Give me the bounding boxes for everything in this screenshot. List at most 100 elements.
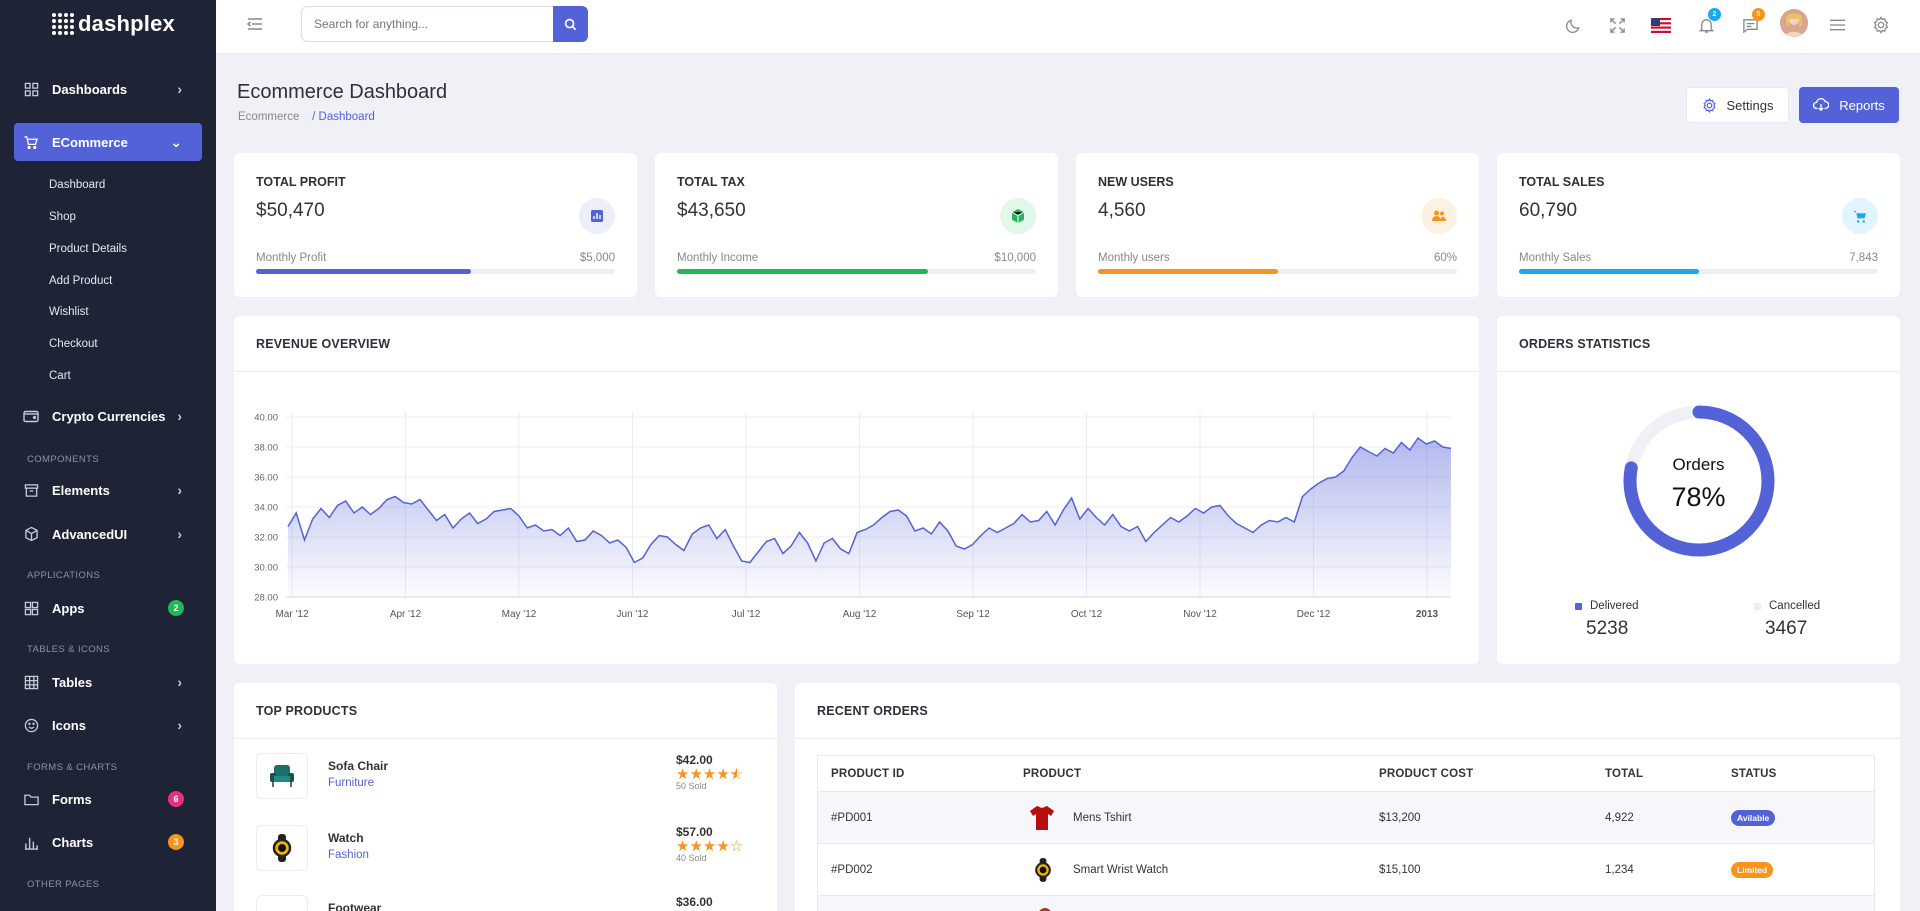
progress-bar: [677, 269, 1036, 274]
table-row[interactable]: #PD002 Smart Wrist Watch $15,100 1,234 L…: [818, 844, 1874, 896]
card-title: RECENT ORDERS: [817, 704, 928, 718]
sold-count: 50 Sold: [676, 781, 707, 791]
y-tick-label: 32.00: [254, 533, 278, 544]
y-tick-label: 28.00: [254, 593, 278, 604]
grid-icon: [22, 80, 40, 98]
hamburger-menu-icon[interactable]: [1826, 14, 1848, 36]
sidebar-item-advancedui[interactable]: AdvancedUI ›: [14, 515, 202, 553]
settings-gear-icon[interactable]: [1870, 14, 1892, 36]
list-item[interactable]: Sofa Chair Furniture $42.00 ★★★★☆★ 50 So…: [256, 751, 753, 807]
sidebar-item-tables[interactable]: Tables ›: [14, 663, 202, 701]
donut-center-label: Orders: [1672, 455, 1725, 474]
y-tick-label: 36.00: [254, 473, 278, 484]
status-badge: Avilable: [1731, 810, 1776, 826]
x-tick-label: Jun '12: [617, 609, 649, 620]
column-header[interactable]: PRODUCT COST: [1379, 768, 1473, 780]
top-header: 2 5: [216, 0, 1920, 54]
column-header[interactable]: PRODUCT: [1023, 768, 1081, 780]
sidebar-item-elements[interactable]: Elements ›: [14, 471, 202, 509]
x-tick-label: May '12: [502, 609, 537, 620]
gear-icon: [1702, 97, 1716, 113]
progress-bar-fill: [256, 269, 472, 274]
product-category[interactable]: Fashion: [328, 849, 369, 861]
progress-bar: [1098, 269, 1457, 274]
sidebar-item-icons[interactable]: Icons ›: [14, 706, 202, 744]
stat-footer-label: Monthly Sales: [1519, 252, 1592, 264]
submenu-shop[interactable]: Shop: [49, 211, 76, 223]
brand-logo[interactable]: dashplex: [0, 0, 216, 48]
sidebar-item-crypto[interactable]: Crypto Currencies ›: [14, 397, 202, 435]
avatar[interactable]: [1780, 9, 1808, 37]
search-icon: [564, 18, 577, 30]
legend-delivered: Delivered: [1575, 600, 1639, 612]
wallet-icon: [22, 407, 40, 425]
card-title: TOP PRODUCTS: [256, 704, 358, 718]
sofa-chair-image: [256, 753, 308, 799]
product-category[interactable]: Furniture: [328, 777, 374, 789]
column-header[interactable]: PRODUCT ID: [831, 768, 905, 780]
chevron-right-icon: ›: [177, 482, 182, 498]
sidebar-item-dashboards[interactable]: Dashboards ›: [14, 70, 202, 108]
column-header[interactable]: STATUS: [1731, 768, 1777, 780]
sidebar-item-charts[interactable]: Charts 3: [14, 823, 202, 861]
section-tables-icons: TABLES & ICONS: [27, 644, 111, 655]
settings-button-label: Settings: [1726, 97, 1774, 113]
submenu-checkout[interactable]: Checkout: [49, 338, 98, 350]
breadcrumb: Ecommerce / Dashboard: [238, 111, 375, 123]
status-badge: Limited: [1731, 862, 1774, 878]
sidebar-item-ecommerce[interactable]: ECommerce ⌄: [14, 123, 202, 161]
stat-card-total-profit: TOTAL PROFIT $50,470 Monthly Profit $5,0…: [234, 153, 637, 297]
reports-button[interactable]: Reports: [1799, 87, 1899, 123]
column-header[interactable]: TOTAL: [1605, 768, 1643, 780]
section-other-pages: OTHER PAGES: [27, 879, 100, 890]
progress-bar-fill: [1098, 269, 1278, 274]
sidebar-item-label: Forms: [52, 791, 92, 807]
stat-footer-label: Monthly Profit: [256, 252, 327, 264]
search-button[interactable]: [553, 6, 588, 42]
orders-donut-chart: [1623, 405, 1775, 557]
sold-count: 40 Sold: [676, 853, 707, 863]
submenu-dashboard[interactable]: Dashboard: [49, 179, 105, 191]
product-cost: $13,200: [1379, 812, 1421, 824]
notifications-bell-icon[interactable]: 2: [1695, 8, 1721, 36]
menu-toggle-icon[interactable]: [246, 16, 264, 34]
settings-button[interactable]: Settings: [1686, 87, 1789, 123]
table-row[interactable]: #PD001 Mens Tshirt $13,200 4,922 Avilabl…: [818, 792, 1874, 844]
submenu-cart[interactable]: Cart: [49, 370, 71, 382]
sidebar-item-apps[interactable]: Apps 2: [14, 589, 202, 627]
section-forms-charts: FORMS & CHARTS: [27, 762, 118, 773]
sidebar-item-forms[interactable]: Forms 6: [14, 780, 202, 818]
stat-title: TOTAL SALES: [1519, 175, 1605, 189]
search-input[interactable]: [301, 6, 556, 42]
sidebar-item-label: ECommerce: [52, 134, 128, 150]
fullscreen-icon[interactable]: [1606, 14, 1628, 36]
table-header: PRODUCT ID PRODUCT PRODUCT COST TOTAL ST…: [818, 756, 1874, 792]
table-row[interactable]: [818, 896, 1874, 911]
sidebar-item-label: Charts: [52, 834, 94, 850]
submenu-wishlist[interactable]: Wishlist: [49, 306, 89, 318]
x-tick-label: Aug '12: [843, 609, 877, 620]
box-icon: [22, 525, 40, 543]
stat-footer-label: Monthly Income: [677, 252, 759, 264]
submenu-add-product[interactable]: Add Product: [49, 275, 112, 287]
legend-cancelled: Cancelled: [1754, 600, 1820, 612]
breadcrumb-dashboard: / Dashboard: [312, 111, 375, 123]
breadcrumb-ecommerce[interactable]: Ecommerce: [238, 111, 299, 123]
brand-name: dashplex: [78, 11, 175, 36]
donut-center-value: 78%: [1671, 482, 1726, 512]
list-item[interactable]: Watch Fashion $57.00 ★★★★☆ 40 Sold: [256, 823, 753, 879]
y-tick-label: 34.00: [254, 503, 278, 514]
list-item[interactable]: Footwear $36.00: [256, 893, 753, 911]
legend-label: Cancelled: [1769, 600, 1821, 612]
cube-icon: [1000, 198, 1036, 234]
charts-count-badge: 3: [168, 834, 184, 850]
x-tick-label: Dec '12: [1297, 609, 1331, 620]
messages-chat-icon[interactable]: 5: [1739, 8, 1765, 36]
submenu-product-details[interactable]: Product Details: [49, 243, 127, 255]
dark-mode-moon-icon[interactable]: [1562, 14, 1584, 36]
x-tick-label: Mar '12: [275, 609, 308, 620]
order-id: #PD002: [831, 864, 873, 876]
tshirt-image: [1029, 804, 1055, 835]
us-flag-icon[interactable]: [1650, 14, 1672, 36]
card-header: REVENUE OVERVIEW: [234, 316, 1479, 372]
